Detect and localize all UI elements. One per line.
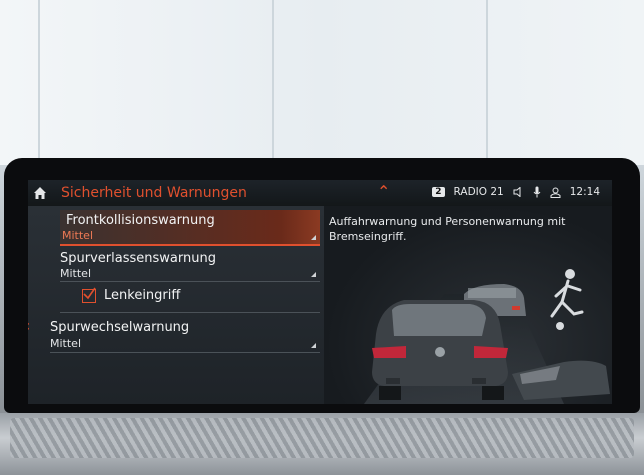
air-vent-grille (10, 418, 634, 458)
chevron-left-icon[interactable]: ‹ (28, 316, 30, 335)
station-badge: 2 (432, 187, 445, 197)
description-text: Auffahrwarnung und Personenwarnung mit B… (329, 215, 566, 243)
menu-item-label: Spurverlassenswarnung (60, 251, 216, 266)
collision-warning-illustration (364, 269, 610, 404)
info-panel: Auffahrwarnung und Personenwarnung mit B… (324, 206, 612, 404)
lenkeingriff-checkbox[interactable]: Lenkeingriff (82, 287, 181, 303)
ball-icon (556, 322, 564, 330)
top-bar: Sicherheit und Warnungen ⌃ 2 RADIO 21 12… (28, 180, 612, 206)
wall-background (0, 0, 644, 165)
menu-item-value: Mittel (60, 267, 91, 280)
user-icon[interactable] (550, 187, 561, 198)
checkbox-icon[interactable] (82, 287, 96, 303)
checkbox-label: Lenkeingriff (104, 288, 181, 303)
wall-seam (272, 0, 274, 165)
menu-panel: ‹ Frontkollisionswarnung Mittel Spurverl… (28, 206, 324, 404)
car-rear-icon (372, 300, 508, 400)
page-title: Sicherheit und Warnungen (61, 185, 247, 201)
menu-item-spurverlassenswarnung[interactable]: Spurverlassenswarnung Mittel (60, 248, 320, 282)
infotainment-screen: Sicherheit und Warnungen ⌃ 2 RADIO 21 12… (28, 180, 612, 404)
dropdown-indicator-icon (311, 272, 316, 277)
menu-item-label: Frontkollisionswarnung (66, 213, 215, 228)
speaker-icon[interactable] (513, 187, 524, 197)
clock: 12:14 (569, 186, 600, 198)
microphone-icon[interactable] (533, 186, 541, 198)
wall-seam (486, 0, 488, 165)
menu-item-value: Mittel (50, 337, 81, 350)
pedestrian-icon (550, 269, 584, 318)
dropdown-indicator-icon (311, 343, 316, 348)
menu-item-label: Spurwechselwarnung (50, 320, 190, 335)
menu-item-spurwechselwarnung[interactable]: Spurwechselwarnung Mittel (50, 318, 320, 353)
status-area: 2 RADIO 21 12:14 (432, 186, 600, 198)
chevron-up-icon[interactable]: ⌃ (377, 182, 390, 201)
radio-station[interactable]: RADIO 21 (454, 186, 504, 198)
menu-item-frontkollisionswarnung[interactable]: Frontkollisionswarnung Mittel (60, 210, 320, 246)
home-icon[interactable] (32, 185, 48, 201)
dropdown-indicator-icon (311, 235, 316, 240)
wall-seam (38, 0, 40, 165)
menu-item-value: Mittel (62, 229, 93, 242)
